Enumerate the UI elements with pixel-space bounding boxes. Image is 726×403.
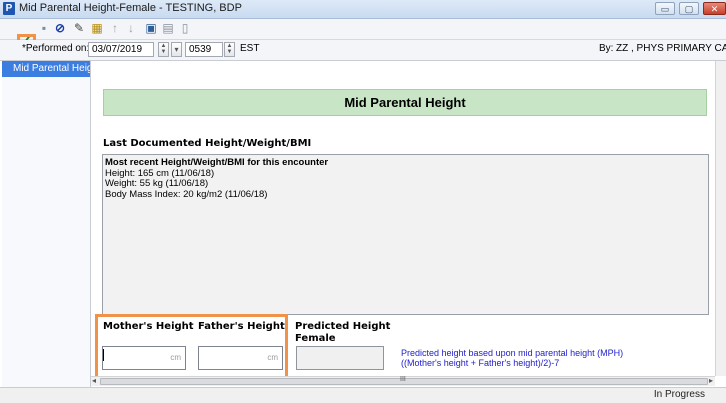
wand-icon[interactable]: ✎ xyxy=(72,21,86,35)
status-bar xyxy=(0,387,726,403)
predicted-sex-label: Female xyxy=(295,333,336,344)
cancel-icon[interactable]: ⊘ xyxy=(53,21,67,35)
vertical-scrollbar[interactable] xyxy=(715,61,726,376)
predicted-height-label: Predicted Height xyxy=(295,321,391,332)
date-dropdown-button[interactable]: ▾ xyxy=(171,42,182,57)
inputs-highlight-box xyxy=(95,314,288,380)
maximize-button[interactable]: ▢ xyxy=(679,2,699,15)
performed-on-label: *Performed on: xyxy=(22,43,90,54)
date-spinner[interactable]: ▲ ▼ xyxy=(158,42,169,57)
formula-note-line1: Predicted height based upon mid parental… xyxy=(401,348,624,358)
scroll-thumb-grip: III xyxy=(400,376,406,383)
performed-date-field[interactable]: 03/07/2019 xyxy=(88,42,154,57)
up-arrow-icon[interactable]: ↑ xyxy=(108,21,122,35)
save-icon[interactable]: ▪ xyxy=(37,21,51,35)
app-icon: P xyxy=(3,2,15,15)
section-title: Last Documented Height/Weight/BMI xyxy=(103,138,312,149)
down-arrow-icon[interactable]: ↓ xyxy=(124,21,138,35)
recent-heading: Most recent Height/Weight/BMI for this e… xyxy=(105,157,329,168)
formula-note-line2: ((Mother's height + Father's height)/2)-… xyxy=(401,358,560,368)
flowsheet-icon[interactable]: ▦ xyxy=(90,21,104,35)
time-spinner[interactable]: ▲ ▼ xyxy=(224,42,235,57)
performed-time-field[interactable]: 0539 xyxy=(185,42,223,57)
close-button[interactable]: ✕ xyxy=(703,2,726,15)
predicted-height-output xyxy=(296,346,384,370)
minimize-button[interactable]: ▭ xyxy=(655,2,675,15)
recent-weight: Weight: 55 kg (11/06/18) xyxy=(105,178,209,189)
grid-icon[interactable]: ▤ xyxy=(161,21,175,35)
scroll-right-arrow[interactable]: ▸ xyxy=(709,376,713,385)
recent-bmi: Body Mass Index: 20 kg/m2 (11/06/18) xyxy=(105,188,268,200)
form-banner: Mid Parental Height xyxy=(103,89,707,116)
by-value: ZZ , PHYS PRIMARY CARE P1 xyxy=(616,43,726,54)
scroll-left-arrow[interactable]: ◂ xyxy=(92,376,96,385)
calculator-icon[interactable]: ▣ xyxy=(144,21,158,35)
section-nav xyxy=(2,61,91,402)
nav-item-mid-parental-height[interactable]: Mid Parental Heig xyxy=(2,61,90,77)
by-label: By: xyxy=(599,43,614,54)
window-title: Mid Parental Height-Female - TESTING, BD… xyxy=(19,2,242,14)
recent-measurements-box: Most recent Height/Weight/BMI for this e… xyxy=(102,154,709,315)
document-icon[interactable]: ▯ xyxy=(178,21,192,35)
status-text: In Progress xyxy=(653,389,705,400)
timezone-label: EST xyxy=(240,43,260,54)
